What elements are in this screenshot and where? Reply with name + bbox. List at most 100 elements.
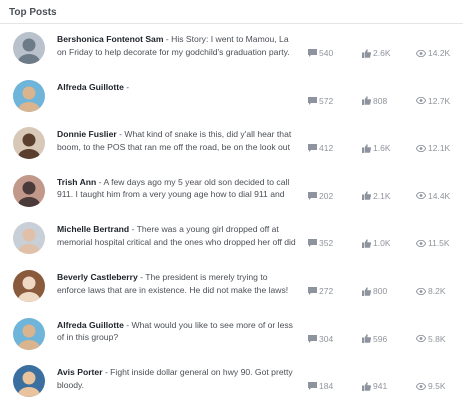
eye-icon xyxy=(416,335,426,343)
comment-icon xyxy=(308,191,317,200)
eye-icon xyxy=(416,287,426,295)
post-row[interactable]: Trish Ann - A few days ago my 5 year old… xyxy=(0,169,463,216)
author-name[interactable]: Trish Ann xyxy=(57,177,96,187)
thumbs-up-icon xyxy=(362,239,371,248)
views-count: 8.2K xyxy=(416,286,446,296)
comments-count: 540 xyxy=(308,48,333,58)
avatar[interactable] xyxy=(13,174,45,207)
avatar[interactable] xyxy=(13,270,45,302)
post-text[interactable]: Avis Porter - Fight inside dollar genera… xyxy=(57,366,297,391)
comments-value: 272 xyxy=(319,286,334,296)
top-posts-panel: Top Posts Bershonica Fontenot Sam - His … xyxy=(0,0,463,398)
comment-icon xyxy=(308,334,317,343)
thumbs-up-icon xyxy=(362,143,371,153)
likes-count: 941 xyxy=(362,381,387,391)
views-count: 12.1K xyxy=(416,143,450,153)
author-name[interactable]: Avis Porter xyxy=(57,367,103,377)
likes-value: 1.0K xyxy=(373,238,391,249)
likes-count: 800 xyxy=(362,286,387,296)
avatar[interactable] xyxy=(13,79,45,112)
views-value: 12.1K xyxy=(428,143,451,154)
comments-value: 184 xyxy=(319,381,334,392)
author-name[interactable]: Donnie Fuslier xyxy=(57,129,117,139)
eye-icon xyxy=(416,97,426,105)
views-value: 9.5K xyxy=(428,381,446,392)
avatar[interactable] xyxy=(13,127,45,160)
comments-count: 352 xyxy=(308,238,333,248)
likes-value: 808 xyxy=(373,95,388,106)
likes-count: 808 xyxy=(362,96,387,106)
avatar[interactable] xyxy=(13,32,45,64)
comments-count: 304 xyxy=(308,334,333,344)
likes-value: 596 xyxy=(373,333,388,344)
author-name[interactable]: Beverly Castleberry xyxy=(57,272,138,282)
post-text[interactable]: Michelle Bertrand - There was a young gi… xyxy=(57,223,297,249)
views-value: 14.2K xyxy=(428,48,451,58)
thumbs-up-icon xyxy=(362,381,371,391)
comment-icon xyxy=(308,49,317,57)
avatar[interactable] xyxy=(13,365,45,398)
likes-value: 2.6K xyxy=(373,48,391,58)
thumbs-up-icon xyxy=(362,96,371,106)
thumbs-up-icon xyxy=(362,48,371,58)
views-value: 8.2K xyxy=(428,286,446,296)
comments-value: 352 xyxy=(319,238,334,249)
post-row[interactable]: Alfreda Guillotte - 572 808 12.7K xyxy=(0,74,463,121)
post-row[interactable]: Beverly Castleberry - The president is m… xyxy=(0,264,463,311)
views-count: 12.7K xyxy=(416,96,450,106)
likes-value: 941 xyxy=(373,381,388,392)
comments-value: 202 xyxy=(319,190,334,201)
post-text[interactable]: Alfreda Guillotte - xyxy=(57,81,297,94)
comments-count: 272 xyxy=(308,286,333,296)
post-row[interactable]: Michelle Bertrand - There was a young gi… xyxy=(0,216,463,263)
comments-value: 540 xyxy=(319,48,334,58)
likes-count: 1.6K xyxy=(362,143,391,153)
views-value: 12.7K xyxy=(428,95,451,106)
avatar[interactable] xyxy=(13,317,45,350)
likes-value: 1.6K xyxy=(373,143,391,154)
views-count: 14.2K xyxy=(416,48,450,58)
views-count: 5.8K xyxy=(416,334,446,344)
views-value: 5.8K xyxy=(428,333,446,344)
post-text[interactable]: Donnie Fuslier - What kind of snake is t… xyxy=(57,128,297,154)
eye-icon xyxy=(416,382,426,390)
author-name[interactable]: Bershonica Fontenot Sam xyxy=(57,34,163,44)
author-name[interactable]: Michelle Bertrand xyxy=(57,224,129,234)
thumbs-up-icon xyxy=(362,191,371,201)
post-row[interactable]: Avis Porter - Fight inside dollar genera… xyxy=(0,359,463,406)
eye-icon xyxy=(416,192,426,200)
eye-icon xyxy=(416,49,426,57)
thumbs-up-icon xyxy=(362,286,371,296)
post-snippet: - xyxy=(126,81,130,92)
views-count: 11.5K xyxy=(416,238,450,248)
author-name[interactable]: Alfreda Guillotte xyxy=(57,320,124,330)
post-row[interactable]: Bershonica Fontenot Sam - His Story: I w… xyxy=(0,26,463,73)
views-count: 14.4K xyxy=(416,191,450,201)
post-row[interactable]: Donnie Fuslier - What kind of snake is t… xyxy=(0,121,463,168)
comment-icon xyxy=(308,239,317,248)
post-text[interactable]: Trish Ann - A few days ago my 5 year old… xyxy=(57,176,297,202)
likes-count: 2.6K xyxy=(362,48,391,58)
likes-count: 1.0K xyxy=(362,238,391,248)
post-text[interactable]: Alfreda Guillotte - What would you like … xyxy=(57,319,297,344)
likes-count: 596 xyxy=(362,334,387,344)
comments-value: 304 xyxy=(319,333,334,344)
author-name[interactable]: Alfreda Guillotte xyxy=(57,82,124,92)
views-value: 11.5K xyxy=(428,238,450,249)
post-row[interactable]: Alfreda Guillotte - What would you like … xyxy=(0,312,463,359)
views-count: 9.5K xyxy=(416,381,446,391)
post-text[interactable]: Bershonica Fontenot Sam - His Story: I w… xyxy=(57,33,297,59)
comments-count: 184 xyxy=(308,381,333,391)
comments-value: 572 xyxy=(319,95,334,106)
comment-icon xyxy=(308,96,317,105)
likes-value: 800 xyxy=(373,286,388,296)
comment-icon xyxy=(308,144,317,153)
likes-value: 2.1K xyxy=(373,190,391,201)
likes-count: 2.1K xyxy=(362,191,391,201)
panel-title: Top Posts xyxy=(0,0,463,24)
thumbs-up-icon xyxy=(362,334,371,344)
comments-count: 202 xyxy=(308,191,333,201)
post-text[interactable]: Beverly Castleberry - The president is m… xyxy=(57,271,297,297)
avatar[interactable] xyxy=(13,222,45,255)
comments-count: 572 xyxy=(308,96,333,106)
